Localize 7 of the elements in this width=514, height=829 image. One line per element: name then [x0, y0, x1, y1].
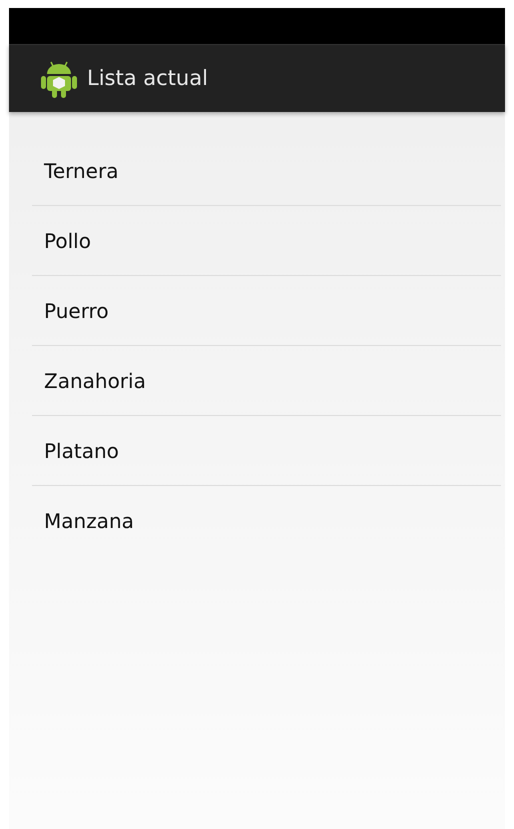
list-item[interactable]: Platano	[32, 416, 501, 486]
screen-title: Lista actual	[87, 64, 208, 92]
list-item[interactable]: Manzana	[32, 486, 501, 556]
list-item[interactable]: Puerro	[32, 276, 501, 346]
list-item[interactable]: Zanahoria	[32, 346, 501, 416]
list-item[interactable]: Ternera	[32, 136, 501, 206]
list-item[interactable]: Pollo	[32, 206, 501, 276]
